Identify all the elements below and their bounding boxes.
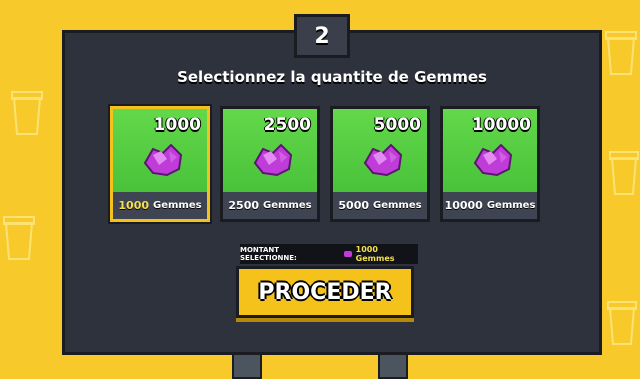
card-top: 10000 — [443, 109, 537, 192]
selected-amount-prefix: MONTANT SELECTIONNE: — [240, 246, 297, 262]
gem-pile-icon — [363, 143, 403, 177]
card-amount: 5000 — [373, 115, 421, 135]
card-label: 1000 Gemmes — [118, 199, 202, 212]
card-amount: 2500 — [263, 115, 311, 135]
background-cup-icon — [609, 151, 639, 195]
page-title: Selectionnez la quantite de Gemmes — [177, 68, 487, 86]
gem-icon — [343, 251, 352, 257]
card-label: 5000 Gemmes — [338, 199, 422, 212]
card-top: 5000 — [333, 109, 427, 192]
background-cup-icon — [3, 216, 35, 260]
gem-pile-icon — [143, 143, 183, 177]
gem-pile-icon — [473, 143, 513, 177]
background-cup-icon — [607, 301, 637, 345]
gem-options: 1000 1000 Gemmes 2500 2500 Gemmes 5000 500… — [110, 106, 540, 222]
background-cup-icon — [605, 31, 637, 75]
card-top: 2500 — [223, 109, 317, 192]
proceed-button[interactable]: PROCEDER — [236, 266, 414, 318]
card-amount: 10000 — [471, 115, 531, 135]
card-amount: 1000 — [153, 115, 201, 135]
selected-amount-bar: MONTANT SELECTIONNE: 1000 Gemmes — [240, 244, 418, 264]
card-label: 10000 Gemmes — [444, 199, 536, 212]
card-label: 2500 Gemmes — [228, 199, 312, 212]
gem-option-10000[interactable]: 10000 10000 Gemmes — [440, 106, 540, 222]
card-top: 1000 — [113, 109, 207, 192]
background-cup-icon — [11, 91, 43, 135]
gem-option-5000[interactable]: 5000 5000 Gemmes — [330, 106, 430, 222]
gem-option-1000[interactable]: 1000 1000 Gemmes — [110, 106, 210, 222]
selected-amount-value: 1000 Gemmes — [355, 245, 395, 263]
step-indicator: 2 — [294, 14, 350, 58]
gem-option-2500[interactable]: 2500 2500 Gemmes — [220, 106, 320, 222]
gem-pile-icon — [253, 143, 293, 177]
